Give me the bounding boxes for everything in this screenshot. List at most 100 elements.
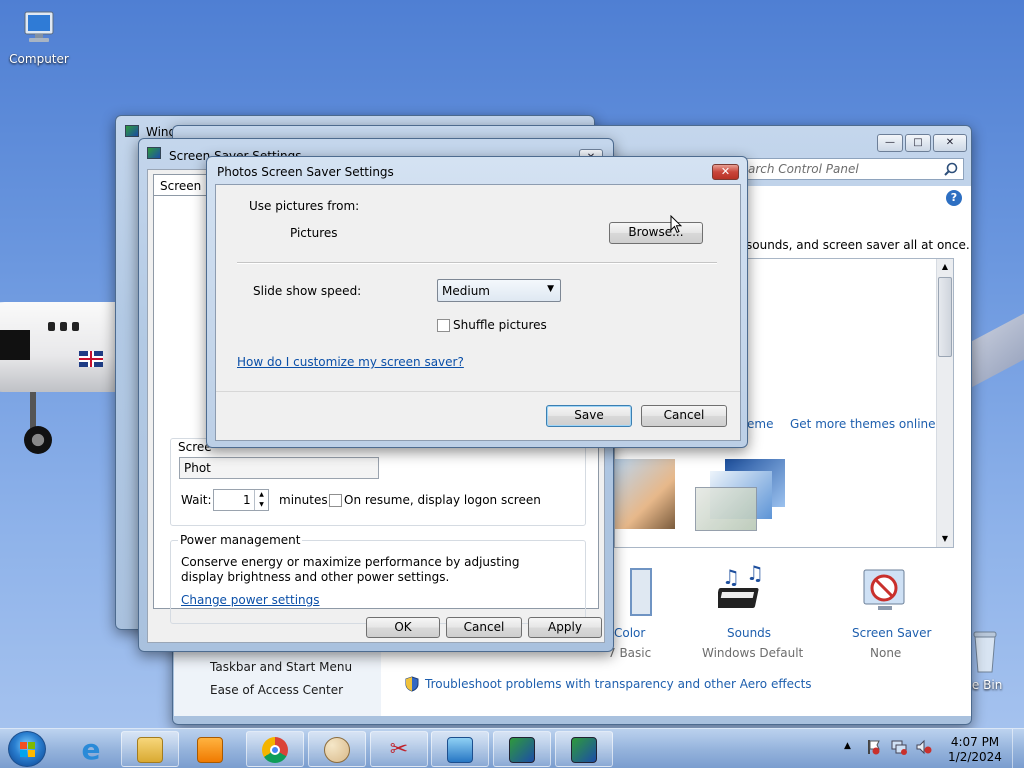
screen-saver-window-icon bbox=[147, 147, 161, 159]
settings-cancel-button[interactable]: Cancel bbox=[446, 617, 522, 638]
sounds-sublabel: Windows Default bbox=[702, 646, 804, 660]
show-desktop-button[interactable] bbox=[1012, 729, 1024, 768]
button-area-divider bbox=[216, 391, 740, 392]
taskbar-start-menu-link[interactable]: Taskbar and Start Menu bbox=[210, 660, 352, 674]
use-pictures-label: Use pictures from: bbox=[249, 199, 360, 213]
save-button[interactable]: Save bbox=[546, 405, 632, 427]
ease-of-access-link[interactable]: Ease of Access Center bbox=[210, 683, 343, 697]
computer-desktop-icon[interactable]: Computer bbox=[4, 8, 74, 66]
power-management-group: Power management Conserve energy or maxi… bbox=[170, 533, 586, 624]
wait-value[interactable]: 1 bbox=[243, 493, 251, 507]
theme-thumbnail[interactable] bbox=[695, 459, 795, 531]
close-button[interactable]: ✕ bbox=[933, 134, 967, 152]
wallpaper-plane-window bbox=[60, 322, 67, 331]
svg-text:♫: ♫ bbox=[722, 565, 740, 589]
taskbar-snipping-tool[interactable]: ✂ bbox=[370, 731, 428, 767]
clock-date: 1/2/2024 bbox=[948, 750, 1002, 764]
slide-show-speed-value: Medium bbox=[442, 284, 490, 298]
shield-icon bbox=[405, 676, 419, 695]
photos-cancel-button[interactable]: Cancel bbox=[641, 405, 727, 427]
description-text: sounds, and screen saver all at once. bbox=[746, 238, 970, 252]
screen-saver-label: Screen Saver bbox=[852, 626, 932, 640]
wallpaper-plane-nose bbox=[0, 330, 30, 360]
change-power-settings-link[interactable]: Change power settings bbox=[181, 593, 320, 607]
wallpaper-plane-wing bbox=[968, 300, 1024, 390]
taskbar-internet-explorer[interactable]: e bbox=[62, 731, 120, 767]
power-management-text: Conserve energy or maximize performance … bbox=[181, 555, 520, 584]
slide-show-speed-select[interactable]: Medium ▼ bbox=[437, 279, 561, 302]
show-hidden-icons-icon[interactable]: ▲ bbox=[844, 741, 851, 751]
spinner-down-arrow-icon[interactable]: ▼ bbox=[254, 500, 268, 510]
union-flag bbox=[79, 351, 103, 367]
photos-dialog-body: Use pictures from: Pictures Browse... Sl… bbox=[215, 184, 741, 441]
taskbar-file-explorer[interactable] bbox=[121, 731, 179, 767]
apply-button[interactable]: Apply bbox=[528, 617, 602, 638]
chrome-icon bbox=[262, 737, 288, 763]
scroll-up-arrow-icon[interactable]: ▲ bbox=[937, 259, 953, 275]
taskbar-display-settings-2[interactable] bbox=[555, 731, 613, 767]
taskbar-display-settings[interactable] bbox=[493, 731, 551, 767]
help-icon[interactable]: ? bbox=[946, 190, 962, 206]
browse-button[interactable]: Browse... bbox=[609, 222, 703, 244]
sounds-icon: ♫ ♫ bbox=[715, 561, 770, 619]
display-settings-icon bbox=[571, 737, 597, 763]
screen-saver-select[interactable]: Phot bbox=[179, 457, 379, 479]
start-button[interactable] bbox=[8, 731, 46, 767]
color-sublabel: 7 Basic bbox=[608, 646, 652, 660]
ok-button[interactable]: OK bbox=[366, 617, 440, 638]
sounds-label: Sounds bbox=[727, 626, 772, 640]
screen-saver-select-value: Phot bbox=[184, 461, 211, 475]
minimize-button[interactable]: — bbox=[877, 134, 903, 152]
search-input[interactable]: Search Control Panel bbox=[733, 162, 859, 176]
troubleshoot-link[interactable]: Troubleshoot problems with transparency … bbox=[425, 677, 812, 691]
internet-explorer-icon: e bbox=[81, 733, 101, 766]
screen-saver-group: Scree Phot Wait: 1 ▲ ▼ minutes On resume… bbox=[170, 438, 586, 526]
color-label: Color bbox=[614, 626, 646, 640]
scroll-down-arrow-icon[interactable]: ▼ bbox=[937, 531, 953, 547]
mouse-cursor-icon bbox=[670, 214, 683, 237]
minutes-label: minutes bbox=[279, 493, 328, 507]
computer-label: Computer bbox=[9, 52, 69, 66]
photos-dialog-title: Photos Screen Saver Settings bbox=[217, 165, 394, 179]
media-player-icon bbox=[197, 737, 223, 763]
photos-settings-dialog[interactable]: Photos Screen Saver Settings ✕ Use pictu… bbox=[206, 156, 748, 448]
taskbar-paint[interactable] bbox=[308, 731, 366, 767]
wallpaper-plane-window bbox=[48, 322, 55, 331]
shuffle-label: Shuffle pictures bbox=[453, 318, 547, 332]
theme-list-scrollbar[interactable]: ▲ ▼ bbox=[936, 259, 953, 547]
help-customize-link[interactable]: How do I customize my screen saver? bbox=[237, 355, 464, 369]
action-center-icon[interactable] bbox=[866, 739, 880, 755]
taskbar-media-player[interactable] bbox=[181, 731, 239, 767]
recycle-bin-icon bbox=[972, 630, 998, 674]
scroll-thumb[interactable] bbox=[938, 277, 952, 357]
display-settings-icon bbox=[509, 737, 535, 763]
wait-label: Wait: bbox=[181, 493, 212, 507]
save-theme-link[interactable]: eme bbox=[747, 417, 773, 431]
wallpaper-plane-wheel bbox=[24, 426, 52, 454]
taskbar-chrome[interactable] bbox=[246, 731, 304, 767]
screen-saver-tab[interactable]: Screen Sa bbox=[153, 174, 213, 207]
resume-checkbox[interactable] bbox=[329, 494, 342, 507]
theme-thumbnail[interactable] bbox=[615, 459, 675, 529]
wait-spinner[interactable]: 1 ▲ ▼ bbox=[213, 489, 269, 511]
folder-icon bbox=[137, 737, 163, 763]
windows-logo-icon bbox=[20, 742, 36, 758]
slide-show-speed-label: Slide show speed: bbox=[253, 284, 362, 298]
network-icon[interactable] bbox=[891, 739, 907, 755]
search-icon[interactable] bbox=[944, 162, 958, 179]
shuffle-checkbox[interactable] bbox=[437, 319, 450, 332]
clock-time: 4:07 PM bbox=[950, 735, 1000, 749]
paint-icon bbox=[324, 737, 350, 763]
screen-saver-sublabel: None bbox=[870, 646, 902, 660]
clock[interactable]: 4:07 PM 1/2/2024 bbox=[944, 735, 1006, 765]
get-more-themes-link[interactable]: Get more themes online bbox=[790, 417, 936, 431]
volume-muted-icon[interactable] bbox=[916, 739, 932, 755]
photos-dialog-close-button[interactable]: ✕ bbox=[712, 164, 739, 180]
spinner-up-arrow-icon[interactable]: ▲ bbox=[254, 490, 268, 500]
taskbar: e ✂ ▲ 4:07 PM 1/2/2024 bbox=[0, 728, 1024, 768]
search-box[interactable]: Search Control Panel bbox=[728, 158, 964, 180]
power-management-label: Power management bbox=[178, 533, 303, 547]
maximize-button[interactable]: □ bbox=[905, 134, 931, 152]
control-panel-icon bbox=[447, 737, 473, 763]
taskbar-control-panel[interactable] bbox=[431, 731, 489, 767]
